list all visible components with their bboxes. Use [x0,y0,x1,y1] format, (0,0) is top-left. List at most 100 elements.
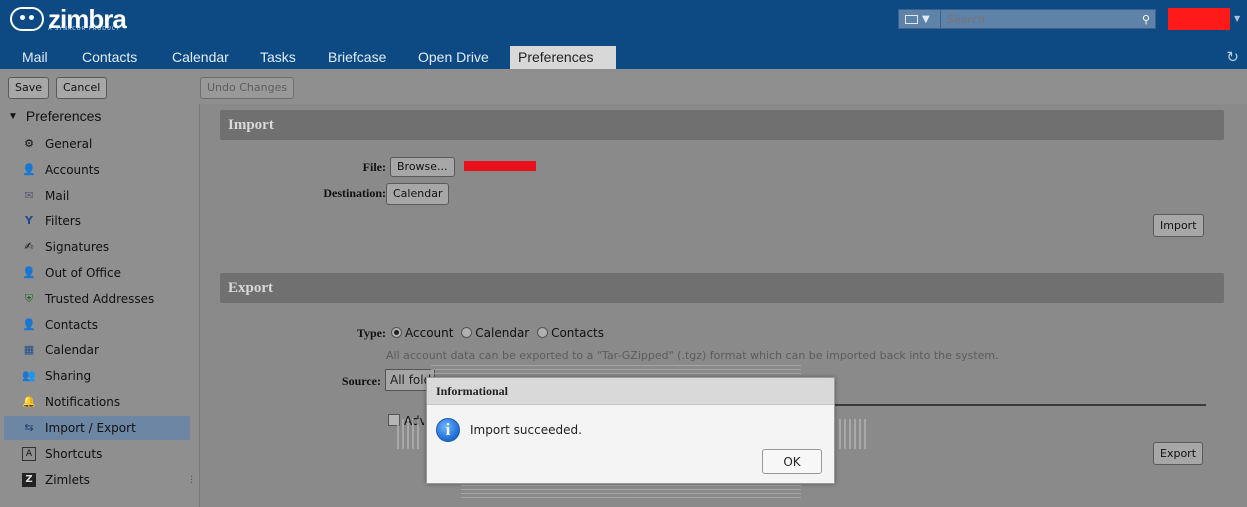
background-pattern [461,484,801,498]
search-input[interactable] [941,12,1137,26]
bell-icon: 🔔 [22,395,36,408]
undo-changes-button[interactable]: Undo Changes [200,77,295,99]
sidebar-item-contacts[interactable]: 👤 Contacts [4,313,190,337]
source-label: Source: [341,374,381,388]
sidebar-item-label: Mail [45,189,70,203]
export-description: All account data can be exported to a "T… [386,349,999,362]
sidebar-item-trusted-addresses[interactable]: ⛨ Trusted Addresses [4,287,190,311]
search-icon[interactable]: ⚲ [1137,10,1155,28]
sidebar-item-mail[interactable]: ✉ Mail [4,184,190,208]
sidebar-item-label: Shortcuts [45,447,103,461]
sidebar-resize-handle[interactable]: · · · [190,473,193,489]
sidebar-item-label: Zimlets [45,473,90,487]
dialog-title[interactable]: Informational [427,378,834,405]
export-button[interactable]: Export [1153,442,1204,465]
preferences-sidebar: ▼ Preferences ⚙ General 👤 Accounts ✉ Mail Y… [0,104,200,507]
sidebar-item-label: Notifications [45,395,121,409]
search-box: ▼ ⚲ [898,9,1156,29]
export-type-options: Account Calendar Contacts [391,326,604,340]
background-pattern [431,362,801,374]
type-label: Type: [356,326,386,340]
sidebar-item-label: General [45,137,93,151]
tab-mail[interactable]: Mail [14,46,56,69]
logo-subtitle: A SYNACOR PRODUCT [48,26,121,32]
type-account-label: Account [405,326,454,340]
user-menu-redacted[interactable] [1168,8,1230,30]
shield-check-icon: ⛨ [24,292,34,305]
background-pattern [839,419,869,449]
sidebar-item-import-export[interactable]: ⇆ Import / Export [4,416,190,440]
type-contacts-label: Contacts [551,326,605,340]
mail-icon: ✉ [24,189,34,202]
tab-calendar[interactable]: Calendar [164,46,237,69]
save-button[interactable]: Save [8,77,50,99]
sidebar-item-label: Out of Office [45,266,121,280]
sidebar-item-signatures[interactable]: ✍ Signatures [4,235,190,259]
sidebar-item-accounts[interactable]: 👤 Accounts [4,158,190,182]
selected-file-redacted [464,161,536,171]
tab-tasks[interactable]: Tasks [252,46,304,69]
signature-icon: ✍ [24,240,34,253]
informational-dialog: Informational i Import succeeded. OK [426,377,835,484]
type-calendar-radio[interactable] [461,327,473,338]
sidebar-item-zimlets[interactable]: Z Zimlets [4,468,190,492]
tab-briefcase[interactable]: Briefcase [320,46,394,69]
calendar-icon: ▦ [23,343,35,356]
contact-icon: 👤 [22,318,36,331]
toolbar: Save Cancel Undo Changes [0,69,1247,104]
user-menu-caret-icon[interactable]: ▼ [1234,14,1240,23]
export-section-header: Export [220,273,1224,303]
gear-icon: ⚙ [24,137,34,150]
sidebar-item-out-of-office[interactable]: 👤 Out of Office [4,261,190,285]
destination-label: Destination: [323,186,386,200]
type-contacts-radio[interactable] [537,327,549,338]
tab-preferences[interactable]: Preferences [510,46,616,69]
sidebar-item-label: Filters [45,214,81,228]
sidebar-item-sharing[interactable]: 👥 Sharing [4,364,190,388]
type-account-radio[interactable] [391,327,402,338]
sidebar-item-label: Accounts [45,163,100,177]
app-tabs: Mail Contacts Calendar Tasks Briefcase O… [0,42,1247,69]
accounts-icon: 👤 [22,163,36,176]
tab-open-drive[interactable]: Open Drive [410,46,497,69]
import-export-icon: ⇆ [24,421,34,434]
caret-down-icon: ▼ [922,13,930,25]
sidebar-item-calendar[interactable]: ▦ Calendar [4,338,190,362]
background-pattern [397,419,419,449]
zimbra-logo-icon [10,7,44,31]
file-label: File: [362,160,386,174]
sidebar-item-general[interactable]: ⚙ General [4,132,190,156]
expand-arrow-icon[interactable]: ▼ [8,111,18,122]
top-header: zimbra A SYNACOR PRODUCT ▼ ⚲ ▼ [0,0,1247,42]
refresh-icon[interactable]: ↻ [1226,48,1239,66]
dialog-message: Import succeeded. [470,423,582,437]
sharing-icon: 👥 [22,369,36,382]
info-icon: i [436,418,460,442]
section-divider [831,404,1206,406]
sidebar-item-label: Trusted Addresses [45,292,155,306]
envelope-icon [905,14,918,24]
sidebar-item-label: Sharing [45,369,92,383]
filter-icon: Y [25,214,33,227]
keyboard-icon: A [22,447,36,461]
cancel-button[interactable]: Cancel [56,77,108,99]
dialog-body: i Import succeeded. [436,418,582,442]
sidebar-item-label: Contacts [45,318,98,332]
preferences-tree-header[interactable]: ▼ Preferences [8,108,101,124]
sidebar-item-shortcuts[interactable]: A Shortcuts [4,442,190,466]
destination-folder-button[interactable]: Calendar [386,183,450,205]
sidebar-item-label: Import / Export [45,421,136,435]
import-button[interactable]: Import [1153,214,1204,237]
zimlet-icon: Z [22,473,36,487]
sidebar-item-notifications[interactable]: 🔔 Notifications [4,390,190,414]
sidebar-item-filters[interactable]: Y Filters [4,209,190,233]
search-type-dropdown[interactable]: ▼ [899,10,941,28]
ok-button[interactable]: OK [762,449,822,474]
out-of-office-icon: 👤 [22,266,36,279]
import-section-header: Import [220,110,1224,140]
tab-contacts[interactable]: Contacts [74,46,145,69]
browse-button[interactable]: Browse... [390,157,455,177]
sidebar-item-label: Signatures [45,240,110,254]
type-calendar-label: Calendar [475,326,530,340]
sidebar-item-label: Calendar [45,343,99,357]
